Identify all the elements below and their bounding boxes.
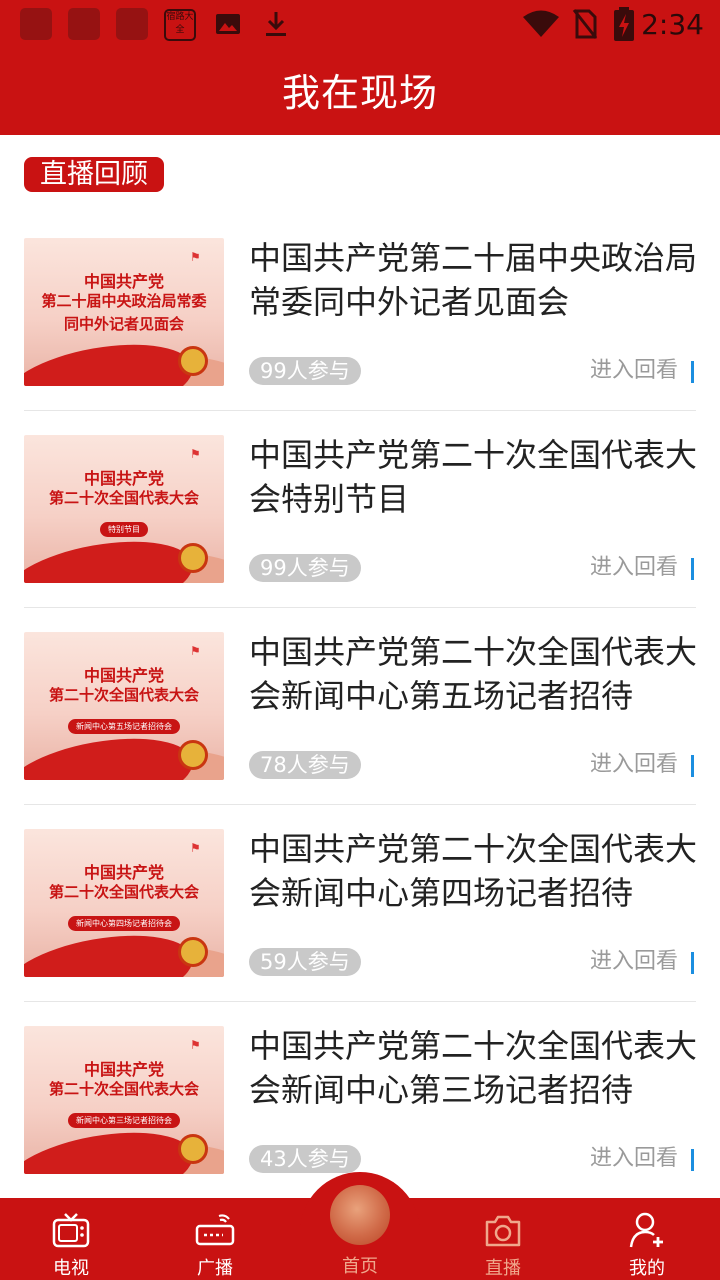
nav-label: 电视 [53, 1258, 89, 1279]
no-sim-icon [572, 9, 598, 39]
section-tag-live-review: 直播回顾 [24, 157, 164, 192]
list-item[interactable]: ⚑ 中国共产党 第二十次全国代表大会 新闻中心第四场记者招待会 中国共产党第二十… [0, 805, 720, 1002]
tv-icon [52, 1213, 90, 1248]
battery-charging-icon [614, 7, 634, 41]
nav-label: 直播 [485, 1258, 521, 1279]
flag-icon: ⚑ [190, 250, 201, 264]
item-thumbnail[interactable]: ⚑ 中国共产党 第二十次全国代表大会 新闻中心第三场记者招待会 [24, 1026, 224, 1174]
radio-icon [195, 1214, 235, 1246]
thumb-text: 中国共产党 [83, 1060, 164, 1079]
notification-icon [116, 8, 148, 40]
nav-tab-tv[interactable]: 电视 [16, 1198, 126, 1280]
flag-icon: ⚑ [190, 1038, 201, 1052]
thumb-text: 中国共产党 [83, 469, 164, 488]
enter-replay-link[interactable]: 进入回看 [590, 1146, 678, 1172]
nav-label: 广播 [197, 1258, 233, 1279]
item-thumbnail[interactable]: ⚑ 中国共产党 第二十次全国代表大会 新闻中心第四场记者招待会 [24, 829, 224, 977]
replay-indicator [691, 1149, 694, 1171]
wifi-icon [523, 10, 559, 37]
item-title[interactable]: 中国共产党第二十次全国代表大会特别节目 [249, 433, 697, 521]
replay-indicator [691, 361, 694, 383]
page-title: 我在现场 [281, 71, 438, 115]
list-item[interactable]: ⚑ 中国共产党 第二十次全国代表大会 新闻中心第五场记者招待会 中国共产党第二十… [0, 608, 720, 805]
enter-replay-link[interactable]: 进入回看 [590, 752, 678, 778]
emblem-icon [178, 740, 208, 770]
thumb-text: 中国共产党 [83, 863, 164, 882]
notification-icon [20, 8, 52, 40]
camera-icon [485, 1215, 521, 1247]
notification-icon [68, 8, 100, 40]
image-icon [216, 14, 240, 34]
replay-indicator [691, 952, 694, 974]
thumb-text: 第二十次全国代表大会 [48, 686, 199, 704]
home-logo-icon[interactable] [330, 1185, 390, 1245]
nav-tab-live[interactable]: 直播 [448, 1198, 558, 1280]
item-title[interactable]: 中国共产党第二十次全国代表大会新闻中心第四场记者招待 [249, 827, 697, 915]
thumb-text: 第二十届中央政治局常委 [41, 292, 207, 310]
emblem-icon [178, 346, 208, 376]
thumb-badge: 新闻中心第四场记者招待会 [68, 916, 180, 931]
status-bar: 宿路大全 2:34 [0, 0, 720, 48]
app-icon: 宿路大全 [164, 9, 196, 41]
participant-count-badge: 78人参与 [249, 751, 361, 779]
app-header: 宿路大全 2:34 我在现场 [0, 0, 720, 135]
emblem-icon [178, 937, 208, 967]
replay-indicator [691, 558, 694, 580]
nav-tab-mine[interactable]: 我的 [592, 1198, 702, 1280]
item-title[interactable]: 中国共产党第二十次全国代表大会新闻中心第三场记者招待 [249, 1024, 697, 1112]
list-item[interactable]: ⚑ 中国共产党 第二十届中央政治局常委 同中外记者见面会 中国共产党第二十届中央… [0, 214, 720, 411]
download-icon [266, 12, 286, 36]
replay-indicator [691, 755, 694, 777]
emblem-icon [178, 1134, 208, 1164]
enter-replay-link[interactable]: 进入回看 [590, 358, 678, 384]
item-thumbnail[interactable]: ⚑ 中国共产党 第二十届中央政治局常委 同中外记者见面会 [24, 238, 224, 386]
thumb-text: 中国共产党 [83, 666, 164, 685]
thumb-text: 中国共产党 [83, 272, 164, 291]
nav-label: 我的 [629, 1258, 665, 1279]
enter-replay-link[interactable]: 进入回看 [590, 555, 678, 581]
item-title[interactable]: 中国共产党第二十次全国代表大会新闻中心第五场记者招待 [249, 630, 697, 718]
flag-icon: ⚑ [190, 841, 201, 855]
thumb-text: 同中外记者见面会 [63, 315, 184, 333]
participant-count-badge: 99人参与 [249, 357, 361, 385]
thumb-text: 第二十次全国代表大会 [48, 883, 199, 901]
flag-icon: ⚑ [190, 447, 201, 461]
status-time: 2:34 [641, 8, 704, 41]
flag-icon: ⚑ [190, 644, 201, 658]
thumb-badge: 新闻中心第五场记者招待会 [68, 719, 180, 734]
thumb-badge: 新闻中心第三场记者招待会 [68, 1113, 180, 1128]
list-item[interactable]: ⚑ 中国共产党 第二十次全国代表大会 新闻中心第三场记者招待会 中国共产党第二十… [0, 1002, 720, 1199]
emblem-icon [178, 543, 208, 573]
participant-count-badge: 99人参与 [249, 554, 361, 582]
replay-list: ⚑ 中国共产党 第二十届中央政治局常委 同中外记者见面会 中国共产党第二十届中央… [0, 214, 720, 1199]
thumb-text: 第二十次全国代表大会 [48, 1080, 199, 1098]
item-thumbnail[interactable]: ⚑ 中国共产党 第二十次全国代表大会 新闻中心第五场记者招待会 [24, 632, 224, 780]
participant-count-badge: 43人参与 [249, 1145, 361, 1173]
enter-replay-link[interactable]: 进入回看 [590, 949, 678, 975]
list-item[interactable]: ⚑ 中国共产党 第二十次全国代表大会 特别节目 中国共产党第二十次全国代表大会特… [0, 411, 720, 608]
nav-tab-radio[interactable]: 广播 [160, 1198, 270, 1280]
thumb-badge: 特别节目 [100, 522, 148, 537]
thumb-text: 第二十次全国代表大会 [48, 489, 199, 507]
user-add-icon [629, 1212, 663, 1248]
item-title[interactable]: 中国共产党第二十届中央政治局常委同中外记者见面会 [249, 236, 697, 324]
nav-tab-home-label[interactable]: 首页 [305, 1252, 415, 1278]
participant-count-badge: 59人参与 [249, 948, 361, 976]
item-thumbnail[interactable]: ⚑ 中国共产党 第二十次全国代表大会 特别节目 [24, 435, 224, 583]
